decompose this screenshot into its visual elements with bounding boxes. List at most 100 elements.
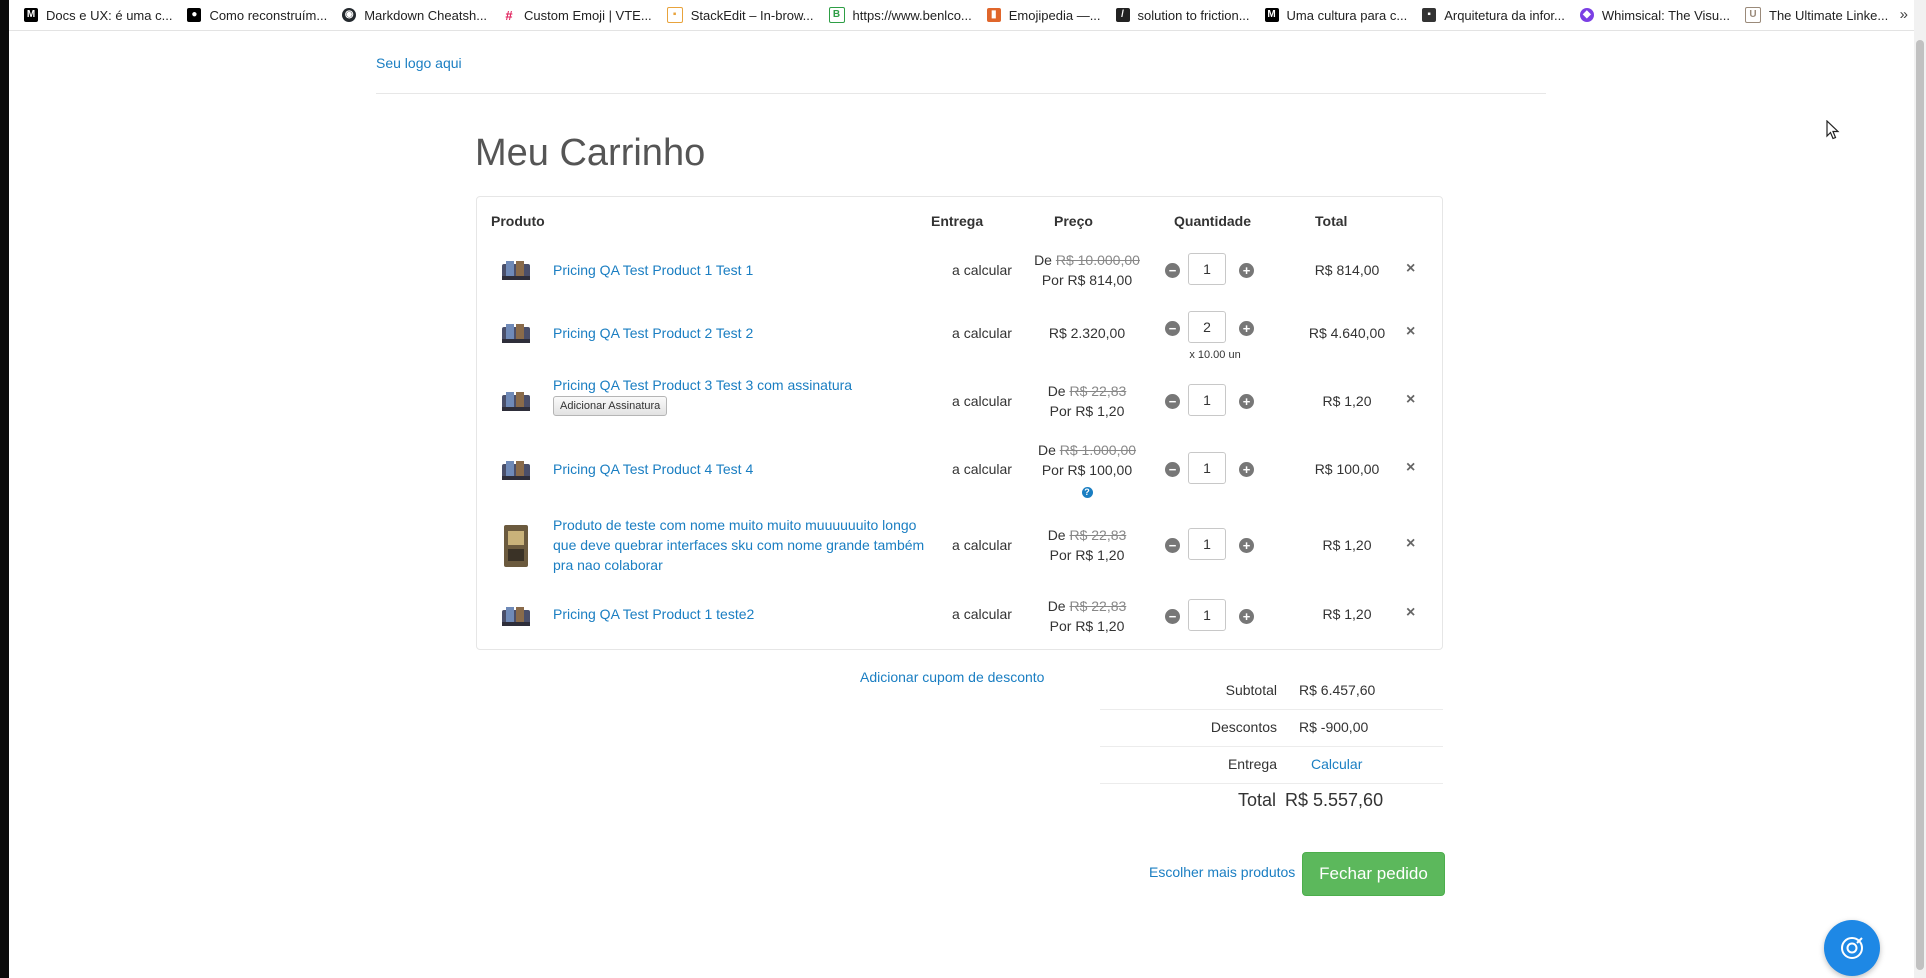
price-original: R$ 22,83 (1069, 598, 1127, 614)
discount-label: Descontos (1210, 719, 1277, 735)
logo-link[interactable]: Seu logo aqui (376, 55, 462, 71)
column-header-price: Preço (1054, 213, 1093, 229)
product-image[interactable] (500, 523, 532, 569)
target-icon (1841, 937, 1863, 959)
scrollbar-thumb[interactable] (1916, 40, 1924, 970)
increase-quantity-button[interactable]: + (1239, 394, 1254, 409)
bookmark-item[interactable]: M Docs e UX: é uma c... (24, 8, 172, 23)
bookmark-item[interactable]: U The Ultimate Linke... (1745, 7, 1888, 23)
decrease-quantity-button[interactable]: − (1165, 394, 1180, 409)
bookmark-item[interactable]: ● Como reconstruím... (187, 8, 327, 23)
slack-icon: # (502, 8, 517, 22)
product-image[interactable] (500, 458, 532, 482)
quantity-input[interactable] (1188, 452, 1226, 484)
header-divider (376, 93, 1546, 94)
calculate-delivery-link[interactable]: Calcular (1311, 756, 1362, 772)
row-total: R$ 814,00 (1314, 262, 1380, 278)
price-original: R$ 22,83 (1069, 383, 1127, 399)
subtotal-row: Subtotal R$ 6.457,60 (1100, 672, 1443, 710)
product-name-link[interactable]: Pricing QA Test Product 2 Test 2 (553, 323, 753, 343)
quantity-input[interactable] (1188, 311, 1226, 343)
scrollbar[interactable] (1914, 0, 1926, 978)
bookmark-item[interactable]: Bhttps://www.benlco... (828, 7, 972, 23)
remove-item-icon[interactable]: × (1406, 604, 1415, 622)
stripe-icon: / (1115, 8, 1130, 22)
bookmark-item[interactable]: M Uma cultura para c... (1264, 7, 1408, 23)
medium-icon: M (1264, 8, 1279, 22)
table-row: Pricing QA Test Product 1 teste2 a calcu… (477, 594, 1442, 638)
product-image[interactable] (500, 604, 532, 628)
decrease-quantity-button[interactable]: − (1165, 538, 1180, 553)
product-name-link[interactable]: Produto de teste com nome muito muito mu… (553, 515, 924, 575)
subtotal-label: Subtotal (1225, 682, 1277, 698)
bookmark-label: Uma cultura para c... (1286, 7, 1408, 23)
product-name-link[interactable]: Pricing QA Test Product 1 teste2 (553, 604, 754, 624)
product-image[interactable] (500, 321, 532, 345)
discount-row: Descontos R$ -900,00 (1100, 709, 1443, 747)
link-icon: B (828, 7, 845, 23)
bookmark-item[interactable]: / solution to friction... (1115, 8, 1250, 23)
bookmark-item[interactable]: # Custom Emoji | VTE... (502, 8, 652, 23)
remove-item-icon[interactable]: × (1406, 323, 1415, 341)
increase-quantity-button[interactable]: + (1239, 462, 1254, 477)
help-icon[interactable]: ? (1081, 487, 1093, 498)
product-image[interactable] (500, 258, 532, 282)
price-from-prefix: De (1047, 598, 1066, 614)
page-icon: U (1745, 7, 1761, 23)
increase-quantity-button[interactable]: + (1239, 609, 1254, 624)
checkout-button[interactable]: Fechar pedido (1302, 852, 1445, 896)
increase-quantity-button[interactable]: + (1239, 538, 1254, 553)
row-total: R$ 100,00 (1314, 461, 1380, 477)
price-original: R$ 10.000,00 (1055, 252, 1140, 268)
add-subscription-button[interactable]: Adicionar Assinatura (553, 396, 668, 416)
medium-icon: ● (187, 8, 202, 22)
bookmark-item[interactable]: ▪ Arquitetura da infor... (1422, 8, 1565, 23)
product-image[interactable] (500, 389, 532, 413)
decrease-quantity-button[interactable]: − (1165, 609, 1180, 624)
quantity-input[interactable] (1188, 528, 1226, 560)
bookmark-label: Arquitetura da infor... (1444, 7, 1565, 23)
bookmark-item[interactable]: ▪ StackEdit – In-brow... (666, 7, 814, 23)
bookmark-item[interactable]: ◆ Whimsical: The Visu... (1579, 8, 1730, 23)
bookmark-label: Markdown Cheatsh... (364, 7, 488, 23)
unit-multiplier: x 10.00 un (1189, 349, 1241, 361)
delivery-label: Entrega (1227, 756, 1277, 772)
bookmark-label: Como reconstruím... (209, 7, 328, 23)
bookmark-item[interactable]: ◉ Markdown Cheatsh... (342, 8, 487, 23)
quantity-input[interactable] (1188, 599, 1226, 631)
quantity-input[interactable] (1188, 253, 1226, 285)
table-row: Pricing QA Test Product 4 Test 4 a calcu… (477, 438, 1442, 502)
price-original: R$ 22,83 (1069, 527, 1127, 543)
product-name-link[interactable]: Pricing QA Test Product 4 Test 4 (553, 459, 753, 479)
product-name-link[interactable]: Pricing QA Test Product 1 Test 1 (553, 260, 753, 280)
price-from-prefix: De (1047, 383, 1066, 399)
product-name-link[interactable]: Pricing QA Test Product 3 Test 3 com ass… (553, 375, 852, 395)
add-coupon-link[interactable]: Adicionar cupom de desconto (860, 669, 1044, 685)
row-total: R$ 1,20 (1322, 537, 1372, 553)
remove-item-icon[interactable]: × (1406, 260, 1415, 278)
choose-more-products-link[interactable]: Escolher mais produtos (1149, 864, 1295, 880)
price-cell: De R$ 22,83 Por R$ 1,20 (1012, 525, 1162, 565)
increase-quantity-button[interactable]: + (1239, 263, 1254, 278)
bookmark-label: Emojipedia —... (1008, 7, 1101, 23)
github-icon: ◉ (342, 8, 357, 22)
remove-item-icon[interactable]: × (1406, 391, 1415, 409)
total-value: R$ 5.557,60 (1285, 790, 1384, 810)
increase-quantity-button[interactable]: + (1239, 321, 1254, 336)
price-current: Por R$ 1,20 (1049, 403, 1125, 419)
remove-item-icon[interactable]: × (1406, 535, 1415, 553)
remove-item-icon[interactable]: × (1406, 459, 1415, 477)
quantity-stepper: − + (1165, 452, 1265, 486)
decrease-quantity-button[interactable]: − (1165, 263, 1180, 278)
price-original: R$ 1.000,00 (1059, 442, 1137, 458)
price-from-prefix: De (1034, 252, 1052, 268)
decrease-quantity-button[interactable]: − (1165, 321, 1180, 336)
quantity-input[interactable] (1188, 384, 1226, 416)
price-from-prefix: De (1037, 442, 1056, 458)
bookmark-item[interactable]: ▮ Emojipedia —... (986, 7, 1101, 23)
price-cell: De R$ 1.000,00 Por R$ 100,00 ? (1012, 440, 1162, 500)
price-cell: De R$ 10.000,00 Por R$ 814,00 (1012, 250, 1162, 290)
decrease-quantity-button[interactable]: − (1165, 462, 1180, 477)
more-bookmarks-icon[interactable]: » (1900, 6, 1908, 23)
floating-widget-button[interactable] (1824, 920, 1880, 976)
